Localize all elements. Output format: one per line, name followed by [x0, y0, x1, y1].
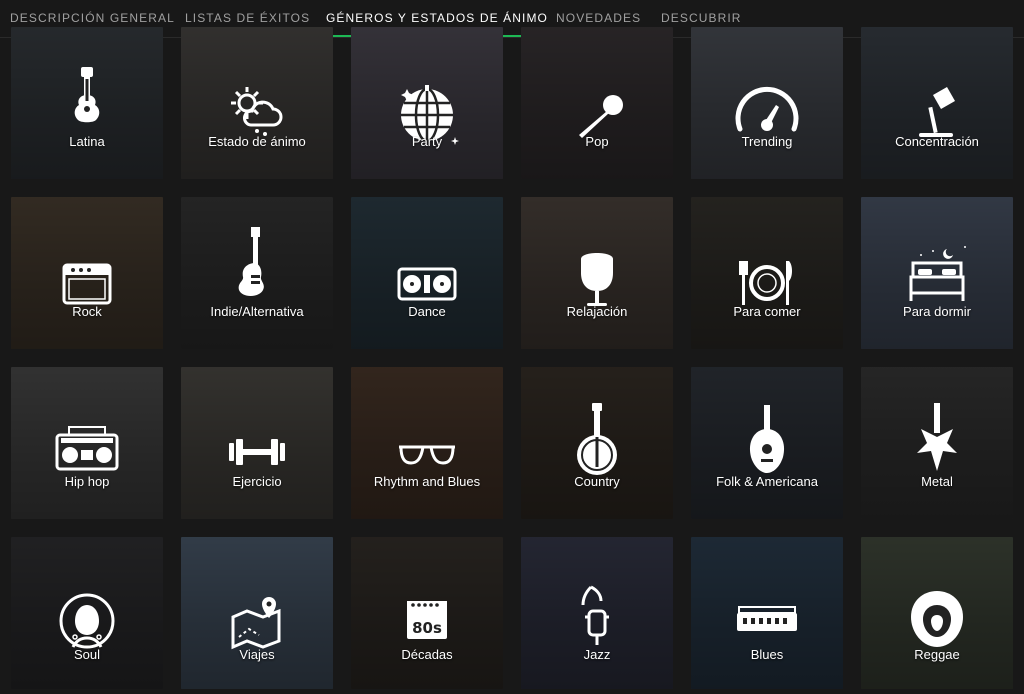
genre-tile-label: Latina	[69, 134, 105, 149]
genre-tile-label: Viajes	[239, 647, 275, 662]
mandolin-icon	[749, 405, 785, 473]
genre-tile-label: Trending	[741, 134, 793, 149]
genre-tile[interactable]: Viajes	[181, 537, 333, 689]
genre-tile-label: Concentración	[895, 134, 979, 149]
genre-tile[interactable]: Rock	[11, 197, 163, 349]
genre-tile[interactable]: Soul	[11, 537, 163, 689]
genre-tile-label: Country	[574, 474, 620, 489]
genre-tile-label: Décadas	[401, 647, 453, 662]
genre-tile-label: Pop	[585, 134, 609, 149]
genre-tile[interactable]: Indie/Alternativa	[181, 197, 333, 349]
plate-cutlery-icon	[739, 261, 792, 305]
genre-tile[interactable]: Reggae	[861, 537, 1013, 689]
genre-tile-label: Relajación	[566, 304, 628, 319]
genre-tile[interactable]: Folk & Americana	[691, 367, 843, 519]
genre-tile[interactable]: Party	[351, 27, 503, 179]
genre-tile-label: Para dormir	[903, 304, 971, 319]
genre-tile-label: Estado de ánimo	[208, 134, 306, 149]
genre-tile-label: Folk & Americana	[716, 474, 818, 489]
harmonica-icon	[737, 606, 797, 631]
genre-tile[interactable]: Dance	[351, 197, 503, 349]
genre-tile[interactable]: Latina	[11, 27, 163, 179]
genre-tile[interactable]: Country	[521, 367, 673, 519]
svg-text:80s: 80s	[412, 619, 442, 637]
genre-tile-label: Rock	[72, 304, 102, 319]
desk-lamp-icon	[919, 87, 955, 137]
genre-tile-label: Ejercicio	[232, 474, 282, 489]
banjo-icon	[577, 403, 617, 475]
weather-icon	[231, 87, 283, 136]
turntable-icon	[397, 267, 457, 301]
genre-tile[interactable]: Jazz	[521, 537, 673, 689]
disco-ball-icon	[401, 85, 459, 145]
metal-guitar-icon	[917, 403, 957, 471]
map-pin-icon	[231, 597, 281, 650]
genre-tile-label: Para comer	[733, 304, 801, 319]
genre-tile[interactable]: Para comer	[691, 197, 843, 349]
genre-tile[interactable]: Estado de ánimo	[181, 27, 333, 179]
genre-tile-label: Rhythm and Blues	[373, 474, 481, 489]
genre-tile[interactable]: Metal	[861, 367, 1013, 519]
genre-tile-label: Party	[411, 134, 443, 149]
dumbbell-icon	[229, 439, 285, 465]
genre-tile[interactable]: Para dormir	[861, 197, 1013, 349]
genre-tile-label: Soul	[73, 647, 101, 662]
lion-icon	[911, 591, 963, 647]
sunglasses-icon	[399, 445, 455, 465]
genre-tile[interactable]: Blues	[691, 537, 843, 689]
genre-tile[interactable]: Rhythm and Blues	[351, 367, 503, 519]
guitar-icon	[74, 67, 100, 123]
genre-tile-label: Dance	[408, 304, 446, 319]
genre-tile-label: Indie/Alternativa	[210, 304, 304, 319]
genre-tile[interactable]: Ejercicio	[181, 367, 333, 519]
speedometer-icon	[735, 86, 799, 132]
genre-tile[interactable]: Trending	[691, 27, 843, 179]
genre-tile-label: Reggae	[914, 647, 960, 662]
genre-tile-label: Blues	[750, 647, 784, 662]
genre-tile[interactable]: Concentración	[861, 27, 1013, 179]
electric-guitar-icon	[238, 227, 264, 296]
boombox-icon	[55, 426, 119, 471]
genre-tile[interactable]: Relajación	[521, 197, 673, 349]
armchair-icon	[581, 253, 613, 306]
microphone-icon	[579, 95, 623, 138]
calendar-80s-icon: 80s	[407, 601, 447, 639]
trumpet-icon	[581, 585, 609, 645]
genre-tile-label: Hip hop	[64, 474, 110, 489]
genre-tile[interactable]: Pop	[521, 27, 673, 179]
genre-tile-label: Jazz	[583, 647, 611, 662]
afro-woman-icon	[59, 593, 115, 649]
genre-tile-label: Metal	[921, 474, 953, 489]
amplifier-icon	[62, 263, 112, 305]
genre-tile[interactable]: 80s Décadas	[351, 537, 503, 689]
bed-icon	[909, 246, 966, 301]
genre-tile[interactable]: Hip hop	[11, 367, 163, 519]
